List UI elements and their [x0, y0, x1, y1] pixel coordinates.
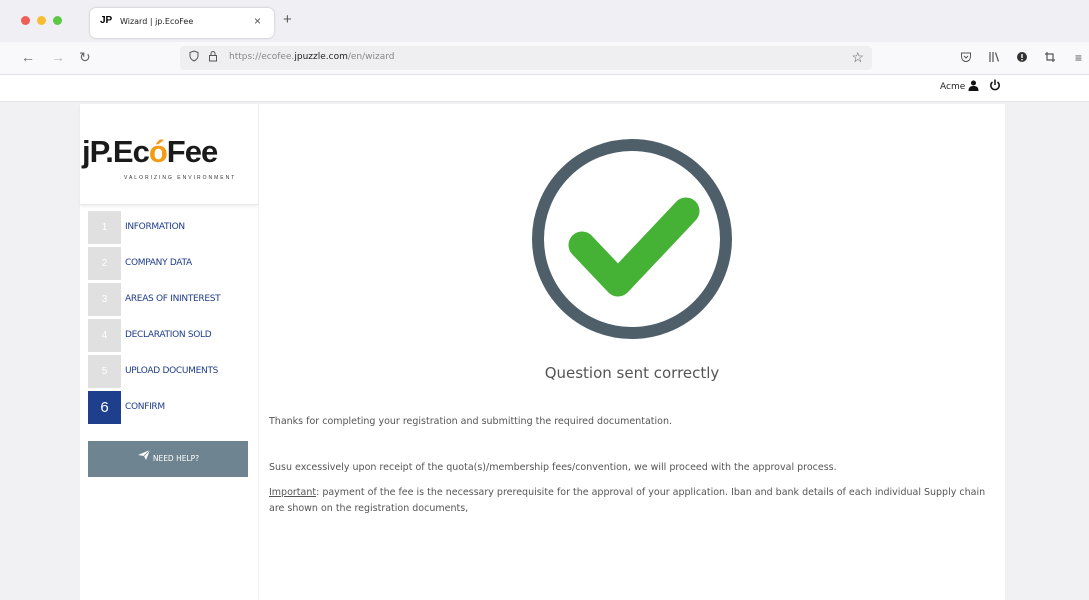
browser-navbar: ← → ↻ https://ecofee.jpuzzle.com/en/wiza… [0, 42, 1089, 75]
approval-paragraph: Susu excessively upon receipt of the quo… [269, 462, 837, 473]
url-text[interactable]: https://ecofee.jpuzzle.com/en/wizard [229, 52, 395, 62]
step-label: AREAS OF ININTEREST [125, 294, 221, 304]
step-upload-documents[interactable]: 5 UPLOAD DOCUMENTS [88, 355, 248, 388]
paper-plane-icon [137, 441, 151, 477]
url-bar[interactable]: https://ecofee.jpuzzle.com/en/wizard ☆ [180, 46, 872, 70]
wizard-sidebar: jP.EcóFee VALORIZING ENVIRONMENT 1 INFOR… [80, 104, 258, 600]
maximize-window-dot[interactable] [53, 16, 62, 25]
reload-icon[interactable]: ↻ [79, 49, 91, 66]
step-number: 2 [88, 247, 121, 280]
screenshot-icon[interactable] [1044, 51, 1056, 66]
new-tab-icon[interactable]: + [283, 11, 292, 28]
star-icon[interactable]: ☆ [851, 49, 864, 66]
back-icon[interactable]: ← [21, 49, 35, 65]
user-name: Acme [940, 82, 966, 92]
logo: jP.EcóFee VALORIZING ENVIRONMENT [80, 104, 258, 205]
library-icon[interactable] [988, 51, 1000, 66]
close-window-dot[interactable] [21, 16, 30, 25]
step-company-data[interactable]: 2 COMPANY DATA [88, 247, 248, 280]
logo-text: jP.EcóFee [82, 134, 218, 169]
user-icon[interactable] [968, 80, 979, 94]
important-paragraph: Important: payment of the fee is the nec… [269, 485, 995, 517]
step-number: 3 [88, 283, 121, 316]
need-help-button[interactable]: NEED HELP? [88, 441, 248, 477]
step-label: COMPANY DATA [125, 258, 192, 268]
favicon-icon: JP [100, 15, 113, 26]
minimize-window-dot[interactable] [37, 16, 46, 25]
step-information[interactable]: 1 INFORMATION [88, 211, 248, 244]
step-number: 5 [88, 355, 121, 388]
step-declaration-sold[interactable]: 4 DECLARATION SOLD [88, 319, 248, 352]
lock-icon[interactable] [208, 50, 218, 65]
power-icon[interactable] [989, 79, 1001, 94]
step-areas-of-interest[interactable]: 3 AREAS OF ININTEREST [88, 283, 248, 316]
shield-icon[interactable] [188, 50, 200, 65]
forward-icon[interactable]: → [51, 49, 65, 65]
step-number: 4 [88, 319, 121, 352]
logo-tagline: VALORIZING ENVIRONMENT [124, 175, 237, 181]
important-text: : payment of the fee is the necessary pr… [269, 487, 986, 514]
check-icon [530, 137, 734, 346]
main-content: Question sent correctly Thanks for compl… [259, 104, 1005, 600]
step-label: CONFIRM [125, 402, 165, 412]
step-label: INFORMATION [125, 222, 185, 232]
need-help-label: NEED HELP? [152, 454, 200, 463]
tab-title: Wizard | jp.EcoFee [120, 17, 194, 26]
menu-icon[interactable]: ≡ [1075, 51, 1082, 65]
extension-icon[interactable] [1016, 51, 1028, 66]
app-header: Acme [0, 75, 1089, 102]
close-tab-icon[interactable]: × [254, 14, 261, 28]
important-label: Important [269, 487, 317, 498]
browser-tabbar: JP Wizard | jp.EcoFee × + [0, 0, 1089, 42]
thanks-paragraph: Thanks for completing your registration … [269, 416, 673, 427]
browser-tab[interactable]: JP Wizard | jp.EcoFee × [90, 8, 274, 38]
pocket-icon[interactable] [960, 51, 972, 66]
step-confirm[interactable]: 6 CONFIRM [88, 391, 248, 424]
step-number: 6 [88, 391, 121, 424]
step-number: 1 [88, 211, 121, 244]
status-message: Question sent correctly [544, 364, 720, 382]
step-label: DECLARATION SOLD [125, 330, 212, 340]
step-label: UPLOAD DOCUMENTS [125, 366, 219, 376]
